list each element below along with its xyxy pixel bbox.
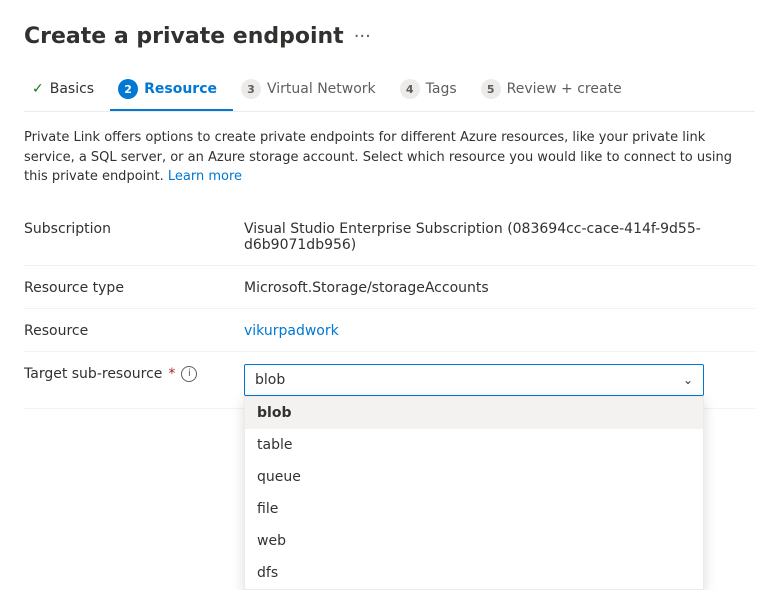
more-options-icon[interactable]: ··· <box>354 26 371 47</box>
info-banner-text: Private Link offers options to create pr… <box>24 130 732 184</box>
wizard-step-basics[interactable]: ✓ Basics <box>24 71 110 109</box>
wizard-step-resource[interactable]: 2 Resource <box>110 69 233 111</box>
resource-label: Resource <box>24 321 244 339</box>
wizard-step-virtual-network[interactable]: 3 Virtual Network <box>233 69 392 111</box>
step-circle-virtual-network: 3 <box>241 79 261 99</box>
wizard-step-review-create[interactable]: 5 Review + create <box>473 69 638 111</box>
page-title: Create a private endpoint <box>24 24 344 49</box>
step-circle-resource: 2 <box>118 79 138 99</box>
wizard-step-tags[interactable]: 4 Tags <box>392 69 473 111</box>
step-circle-tags: 4 <box>400 79 420 99</box>
target-sub-resource-dropdown[interactable]: blob ⌄ <box>244 364 704 396</box>
resource-row: Resource vikurpadwork <box>24 309 755 352</box>
wizard-step-resource-label: Resource <box>144 81 217 97</box>
target-sub-resource-label: Target sub-resource * i <box>24 364 244 382</box>
resource-type-value: Microsoft.Storage/storageAccounts <box>244 278 755 296</box>
dropdown-item-table[interactable]: table <box>245 429 703 461</box>
target-sub-resource-row: Target sub-resource * i blob ⌄ blob tabl… <box>24 352 755 409</box>
dropdown-item-dfs[interactable]: dfs <box>245 557 703 589</box>
required-indicator: * <box>168 366 175 382</box>
dropdown-item-queue[interactable]: queue <box>245 461 703 493</box>
target-sub-resource-dropdown-wrapper: blob ⌄ blob table queue file web dfs <box>244 364 704 396</box>
chevron-down-icon: ⌄ <box>683 373 693 387</box>
wizard-step-tags-label: Tags <box>426 81 457 97</box>
subscription-row: Subscription Visual Studio Enterprise Su… <box>24 207 755 266</box>
step-circle-review-create: 5 <box>481 79 501 99</box>
wizard-step-review-create-label: Review + create <box>507 81 622 97</box>
dropdown-item-file[interactable]: file <box>245 493 703 525</box>
wizard-step-basics-label: Basics <box>50 81 94 97</box>
subscription-label: Subscription <box>24 219 244 237</box>
dropdown-item-blob[interactable]: blob <box>245 397 703 429</box>
resource-type-label: Resource type <box>24 278 244 296</box>
target-sub-resource-info-icon[interactable]: i <box>181 366 197 382</box>
dropdown-item-web[interactable]: web <box>245 525 703 557</box>
dropdown-menu: blob table queue file web dfs <box>244 396 704 590</box>
learn-more-link[interactable]: Learn more <box>168 169 242 184</box>
resource-type-row: Resource type Microsoft.Storage/storageA… <box>24 266 755 309</box>
step-check-icon: ✓ <box>32 81 44 97</box>
form-section: Subscription Visual Studio Enterprise Su… <box>24 207 755 409</box>
info-banner: Private Link offers options to create pr… <box>24 128 755 187</box>
page-header: Create a private endpoint ··· <box>24 24 755 49</box>
dropdown-selected-value: blob <box>255 372 285 388</box>
wizard-step-virtual-network-label: Virtual Network <box>267 81 376 97</box>
resource-value: vikurpadwork <box>244 321 755 339</box>
wizard-nav: ✓ Basics 2 Resource 3 Virtual Network 4 … <box>24 69 755 112</box>
subscription-value: Visual Studio Enterprise Subscription (0… <box>244 219 755 253</box>
